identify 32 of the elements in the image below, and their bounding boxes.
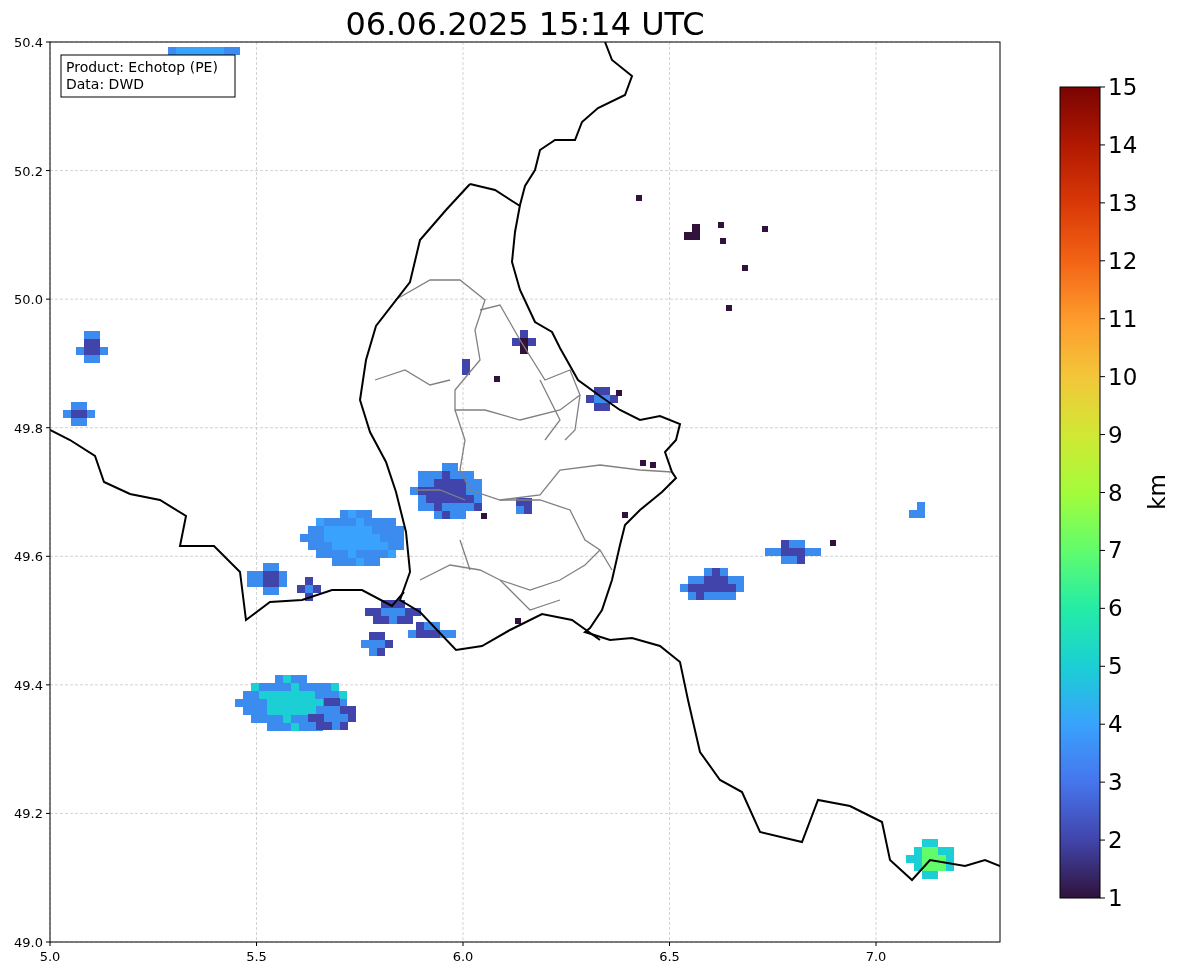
colorbar-tick-label: 3 bbox=[1108, 769, 1123, 796]
colorbar-tick-label: 11 bbox=[1108, 305, 1138, 332]
colorbar-tick-label: 4 bbox=[1108, 711, 1123, 738]
y-tick-label: 49.2 bbox=[14, 806, 43, 822]
y-tick-label: 50.0 bbox=[14, 292, 43, 308]
colorbar-tick-label: 1 bbox=[1108, 885, 1123, 911]
chart-title: 06.06.2025 15:14 UTC bbox=[345, 5, 705, 43]
colorbar-label: km bbox=[1144, 474, 1170, 510]
y-tick-label: 49.6 bbox=[14, 549, 43, 565]
legend-text: Data: DWD bbox=[66, 76, 144, 92]
y-tick-label: 49.8 bbox=[14, 420, 43, 436]
colorbar-tick-label: 8 bbox=[1108, 479, 1123, 506]
colorbar-tick-label: 5 bbox=[1108, 653, 1123, 680]
y-tick-label: 49.0 bbox=[14, 935, 43, 950]
y-tick-label: 50.2 bbox=[14, 163, 43, 179]
colorbar-tick-label: 2 bbox=[1108, 827, 1123, 854]
colorbar-tick-label: 15 bbox=[1108, 74, 1138, 100]
legend-text: Product: Echotop (PE) bbox=[66, 59, 218, 75]
x-tick-label: 6.5 bbox=[659, 949, 680, 964]
x-tick-label: 6.0 bbox=[452, 949, 474, 964]
colorbar-tick-label: 9 bbox=[1108, 421, 1123, 448]
colorbar-tick-label: 12 bbox=[1108, 247, 1138, 274]
y-tick-label: 50.4 bbox=[14, 35, 43, 50]
colorbar-tick-label: 10 bbox=[1108, 363, 1138, 390]
x-tick-label: 5.5 bbox=[246, 949, 267, 964]
colorbar-tick-label: 14 bbox=[1108, 131, 1138, 158]
colorbar-tick-label: 13 bbox=[1108, 189, 1138, 216]
colorbar-tick-label: 7 bbox=[1108, 537, 1123, 564]
y-tick-label: 49.4 bbox=[14, 677, 43, 693]
x-tick-label: 5.0 bbox=[39, 949, 61, 964]
colorbar-tick-label: 6 bbox=[1108, 595, 1123, 622]
x-tick-label: 7.0 bbox=[865, 949, 887, 964]
